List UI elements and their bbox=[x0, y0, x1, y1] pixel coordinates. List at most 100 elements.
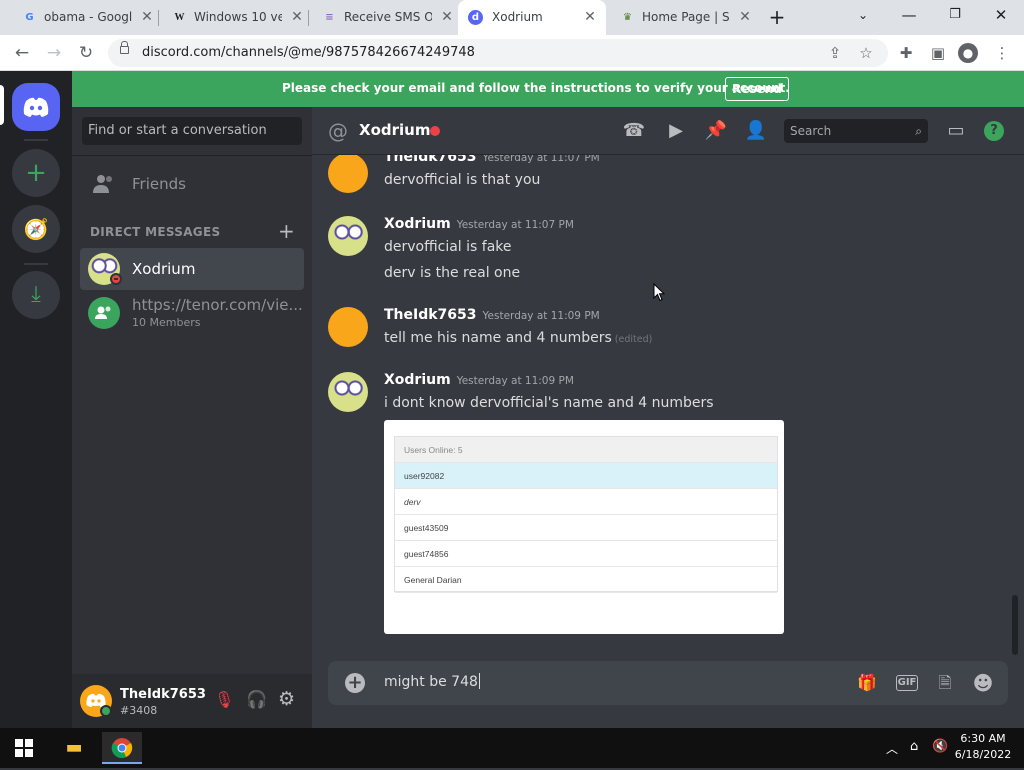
avatar[interactable] bbox=[328, 216, 368, 256]
chrome-taskbar-icon[interactable] bbox=[102, 732, 142, 764]
tab-google[interactable]: G obama - Google ✕ bbox=[0, 0, 155, 35]
chat-recipient-name: Xodrium bbox=[359, 121, 431, 139]
minimize-button[interactable]: — bbox=[889, 0, 929, 30]
message-author[interactable]: Xodrium Yesterday at 11:07 PM bbox=[384, 216, 574, 232]
close-icon[interactable]: ✕ bbox=[439, 9, 455, 25]
dnd-status-icon bbox=[110, 273, 122, 285]
dnd-status-icon bbox=[430, 126, 440, 136]
tab-title: Home Page | Se bbox=[642, 10, 730, 24]
tab-wikipedia[interactable]: W Windows 10 ver ✕ bbox=[150, 0, 305, 35]
avatar[interactable] bbox=[328, 155, 368, 193]
muted-mic-icon[interactable]: 🎙 bbox=[214, 690, 234, 709]
discord-home-button[interactable] bbox=[12, 83, 60, 131]
group-avatar bbox=[88, 297, 120, 329]
share-icon[interactable]: ⇪ bbox=[824, 42, 846, 64]
network-icon[interactable]: ⌂ bbox=[910, 739, 918, 754]
download-apps-button[interactable]: ⤓ bbox=[12, 271, 60, 319]
menu-kebab-icon[interactable]: ⋮ bbox=[991, 42, 1013, 64]
close-icon[interactable]: ✕ bbox=[582, 9, 598, 25]
clock-date: 6/18/2022 bbox=[954, 748, 1012, 761]
settings-gear-icon[interactable]: ⚙ bbox=[278, 688, 295, 710]
forward-icon[interactable]: → bbox=[42, 41, 66, 65]
url-text: discord.com/channels/@me/987578426674249… bbox=[142, 45, 475, 60]
text-caret bbox=[478, 673, 480, 689]
help-icon[interactable]: ? bbox=[984, 121, 1004, 141]
add-server-button[interactable]: + bbox=[12, 149, 60, 197]
message-author[interactable]: TheIdk7653 Yesterday at 11:09 PM bbox=[384, 307, 600, 323]
windows-start-icon[interactable] bbox=[4, 732, 44, 764]
message-text: dervofficial is fake bbox=[384, 239, 512, 255]
dm-item-group[interactable]: https://tenor.com/vie... 10 Members bbox=[80, 291, 304, 333]
side-panel-icon[interactable]: ▣ bbox=[927, 42, 949, 64]
tab-receive-sms[interactable]: ≡ Receive SMS On ✕ bbox=[300, 0, 455, 35]
bookmark-star-icon[interactable]: ☆ bbox=[855, 42, 877, 64]
user-name: TheIdk7653 bbox=[120, 687, 206, 702]
file-explorer-icon[interactable]: ▬ bbox=[54, 732, 94, 764]
tab-title: Xodrium bbox=[492, 10, 543, 24]
search-input[interactable]: Search ⌕ bbox=[784, 119, 928, 143]
headphones-icon[interactable]: 🎧 bbox=[246, 690, 267, 710]
user-panel: TheIdk7653 #3408 🎙 🎧 ⚙ bbox=[72, 674, 312, 728]
message-text: dervofficial is that you bbox=[384, 172, 541, 188]
tab-discord[interactable]: d Xodrium ✕ bbox=[458, 0, 606, 35]
create-dm-plus-icon[interactable]: + bbox=[278, 219, 295, 243]
reload-icon[interactable]: ↻ bbox=[74, 41, 98, 65]
system-clock[interactable]: 6:30 AM 6/18/2022 bbox=[950, 731, 1016, 763]
avatar[interactable] bbox=[328, 307, 368, 347]
avatar[interactable] bbox=[328, 372, 368, 412]
find-conversation-button[interactable]: Find or start a conversation bbox=[82, 117, 302, 145]
message-composer[interactable]: + might be 748 🎁 GIF 🗎 ☻ bbox=[328, 661, 1008, 705]
browser-toolbar: ← → ↻ discord.com/channels/@me/987578426… bbox=[0, 35, 1024, 71]
table-row: General Darian bbox=[395, 567, 777, 593]
chat-header: @ Xodrium ☎ ▶ 📌 👤 Search ⌕ ▭ ? bbox=[312, 107, 1024, 155]
timestamp: Yesterday at 11:07 PM bbox=[482, 155, 600, 164]
rail-divider bbox=[24, 263, 48, 265]
tab-search-chevron-icon[interactable]: ⌄ bbox=[843, 0, 883, 30]
table-row: derv bbox=[395, 489, 777, 515]
close-window-button[interactable]: ✕ bbox=[981, 0, 1021, 30]
address-bar[interactable]: discord.com/channels/@me/987578426674249… bbox=[108, 39, 888, 67]
video-call-icon[interactable]: ▶ bbox=[664, 119, 688, 143]
edited-label: (edited) bbox=[614, 334, 653, 345]
banner-text: Please check your email and follow the i… bbox=[282, 81, 790, 95]
friends-nav-item[interactable]: Friends bbox=[80, 163, 304, 205]
dm-item-xodrium[interactable]: Xodrium bbox=[80, 248, 304, 290]
user-tag: #3408 bbox=[120, 704, 158, 717]
gif-icon[interactable]: GIF bbox=[896, 675, 918, 691]
tab-home-page[interactable]: ♛ Home Page | Se ✕ bbox=[598, 0, 753, 35]
message-input[interactable]: might be 748 bbox=[384, 673, 480, 690]
friends-label: Friends bbox=[132, 175, 186, 193]
pinned-messages-icon[interactable]: 📌 bbox=[704, 119, 728, 143]
timestamp: Yesterday at 11:09 PM bbox=[456, 375, 574, 387]
message-author[interactable]: TheIdk7653 Yesterday at 11:07 PM bbox=[384, 155, 600, 165]
volume-muted-icon[interactable]: 🔇 bbox=[932, 739, 948, 754]
rail-divider bbox=[24, 139, 48, 141]
back-icon[interactable]: ← bbox=[10, 41, 34, 65]
upload-plus-icon[interactable]: + bbox=[345, 673, 365, 693]
close-icon[interactable]: ✕ bbox=[737, 9, 753, 25]
message-author[interactable]: Xodrium Yesterday at 11:09 PM bbox=[384, 372, 574, 388]
restore-button[interactable]: ❐ bbox=[935, 0, 975, 30]
gift-icon[interactable]: 🎁 bbox=[856, 672, 878, 694]
sticker-icon[interactable]: 🗎 bbox=[934, 672, 956, 694]
group-icon bbox=[95, 306, 111, 319]
emoji-icon[interactable]: ☻ bbox=[972, 672, 994, 694]
explore-servers-button[interactable]: 🧭 bbox=[12, 205, 60, 253]
tab-title: Receive SMS On bbox=[344, 10, 432, 24]
mouse-cursor-icon bbox=[653, 283, 665, 302]
image-attachment[interactable]: Users Online: 5 user92082 derv guest4350… bbox=[384, 420, 784, 634]
voice-call-icon[interactable]: ☎ bbox=[622, 119, 646, 143]
resend-button[interactable]: Resend bbox=[725, 77, 789, 101]
inbox-icon[interactable]: ▭ bbox=[944, 119, 968, 143]
friends-icon bbox=[93, 175, 112, 193]
profile-icon[interactable]: ● bbox=[958, 43, 978, 63]
discord-icon: d bbox=[468, 10, 483, 25]
dm-sidebar: Find or start a conversation Friends DIR… bbox=[72, 107, 312, 728]
new-tab-button[interactable]: + bbox=[757, 2, 797, 32]
search-icon: ⌕ bbox=[915, 124, 922, 138]
scrollbar[interactable] bbox=[1012, 595, 1018, 655]
tray-chevron-icon[interactable]: ︿ bbox=[886, 740, 898, 757]
extensions-icon[interactable]: ✚ bbox=[895, 42, 917, 64]
add-friends-to-dm-icon[interactable]: 👤 bbox=[744, 119, 768, 143]
selected-pill bbox=[0, 85, 4, 125]
